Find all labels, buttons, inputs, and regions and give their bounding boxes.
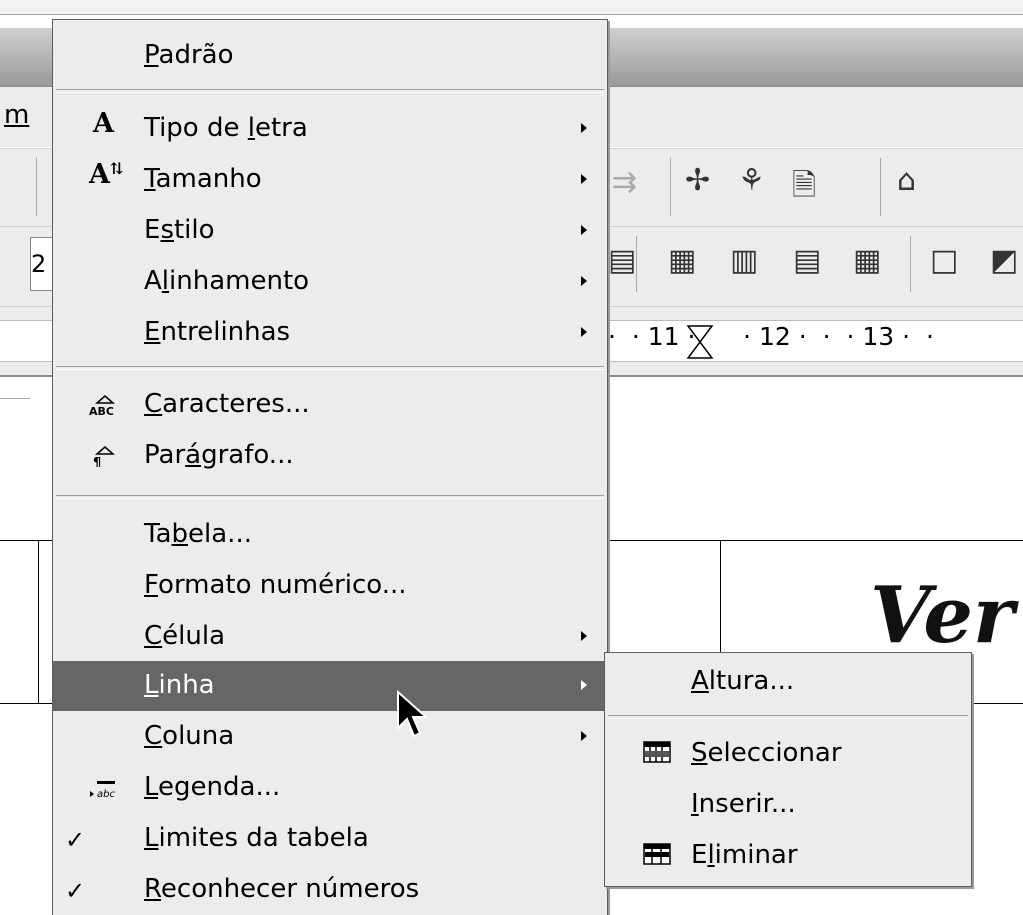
menu-item-celula[interactable]: Célula bbox=[53, 612, 607, 662]
toolbar-separator bbox=[880, 158, 881, 216]
characters-icon: ABC bbox=[89, 395, 115, 416]
borders-icon[interactable]: □ bbox=[930, 243, 958, 278]
menu-item-label: Altura... bbox=[691, 666, 795, 696]
menu-item-label: Inserir... bbox=[691, 789, 796, 819]
menu-item-label: Coluna bbox=[144, 721, 235, 751]
font-size-icon: A⇅ bbox=[89, 159, 124, 190]
gallery-icon[interactable]: ⚘ bbox=[738, 163, 765, 198]
menu-item-label: Seleccionar bbox=[691, 738, 842, 768]
table-border-left bbox=[38, 540, 39, 703]
submenu-arrow-icon bbox=[581, 123, 587, 133]
paragraph-icon: ¶ bbox=[93, 446, 115, 467]
toolbar-separator bbox=[670, 158, 671, 216]
menu-item-label: Estilo bbox=[144, 215, 215, 245]
delete-column-icon[interactable]: ▦ bbox=[853, 243, 881, 278]
align-bottom-icon[interactable]: ▤ bbox=[608, 243, 636, 278]
menu-item-estilo[interactable]: Estilo bbox=[53, 206, 607, 256]
submenu-item-altura[interactable]: Altura... bbox=[605, 657, 971, 707]
menu-item-reconhecer-numeros[interactable]: ✓ Reconhecer números bbox=[53, 865, 607, 915]
menu-item-label: Linha bbox=[144, 670, 215, 700]
delete-row-icon[interactable]: ▤ bbox=[793, 243, 821, 278]
menu-item-legenda[interactable]: abc Legenda... bbox=[53, 763, 607, 813]
document-heading-text: Ver bbox=[870, 570, 1015, 661]
checkmark-icon: ✓ bbox=[65, 877, 86, 905]
menu-item-tabela[interactable]: Tabela... bbox=[53, 510, 607, 560]
menu-item-label: Caracteres... bbox=[144, 389, 310, 419]
menu-item-label: Tipo de letra bbox=[144, 113, 308, 143]
menu-separator bbox=[56, 366, 604, 370]
ruler-scale: · · 11 · · 12 · · · 13 · · bbox=[608, 322, 934, 351]
menu-item-label: Tamanho bbox=[144, 164, 262, 194]
toolbar-separator bbox=[910, 236, 911, 292]
svg-text:ABC: ABC bbox=[89, 405, 114, 416]
menu-item-label: Formato numérico... bbox=[144, 570, 407, 600]
menu-separator bbox=[608, 715, 968, 719]
checkmark-icon: ✓ bbox=[65, 826, 86, 854]
mouse-cursor-icon bbox=[397, 690, 429, 738]
submenu-arrow-icon bbox=[581, 631, 587, 641]
submenu-item-inserir[interactable]: Inserir... bbox=[605, 780, 971, 830]
svg-text:¶: ¶ bbox=[93, 456, 101, 467]
menu-item-label: Reconhecer números bbox=[144, 874, 420, 904]
submenu-arrow-icon bbox=[581, 327, 587, 337]
delete-row-icon bbox=[643, 843, 671, 865]
redo-icon[interactable]: ⇉ bbox=[612, 165, 637, 200]
menu-item-formato-numerico[interactable]: Formato numérico... bbox=[53, 561, 607, 611]
menu-item-limites-da-tabela[interactable]: ✓ Limites da tabela bbox=[53, 814, 607, 864]
menu-item-padrao[interactable]: Padrão bbox=[53, 31, 607, 81]
row-submenu: Altura... Seleccionar Inserir... Elimina… bbox=[604, 652, 972, 887]
toolbar-separator bbox=[36, 158, 37, 216]
menu-item-label: Eliminar bbox=[691, 840, 798, 870]
menu-item-caracteres[interactable]: ABC Caracteres... bbox=[53, 380, 607, 430]
menu-separator bbox=[56, 495, 604, 499]
navigator-icon[interactable]: ✢ bbox=[685, 163, 710, 198]
document-border bbox=[0, 398, 30, 399]
font-icon: A bbox=[93, 108, 114, 139]
menu-bar-item-fragment[interactable]: m bbox=[4, 100, 29, 130]
font-size-value: 2 bbox=[31, 250, 47, 278]
select-row-icon bbox=[643, 741, 671, 763]
data-sources-icon[interactable]: 🗎 bbox=[792, 163, 816, 214]
window-top-edge bbox=[0, 0, 1023, 15]
menu-item-label: Legenda... bbox=[144, 772, 281, 802]
menu-item-linha[interactable]: Linha bbox=[53, 661, 607, 711]
menu-item-tipo-de-letra[interactable]: A Tipo de letra bbox=[53, 104, 607, 154]
menu-separator bbox=[56, 89, 604, 93]
submenu-arrow-icon bbox=[581, 731, 587, 741]
menu-item-label: Célula bbox=[144, 621, 226, 651]
submenu-arrow-icon bbox=[581, 225, 587, 235]
format-menu: Padrão A Tipo de letra A⇅ Tamanho Estilo… bbox=[52, 19, 608, 915]
menu-item-label: Alinhamento bbox=[144, 266, 310, 296]
menu-item-label: Tabela... bbox=[144, 519, 252, 549]
menu-item-label: Parágrafo... bbox=[144, 440, 294, 470]
tab-stop-marker-icon[interactable] bbox=[685, 324, 715, 360]
submenu-item-eliminar[interactable]: Eliminar bbox=[605, 831, 971, 881]
menu-item-paragrafo[interactable]: ¶ Parágrafo... bbox=[53, 431, 607, 481]
menu-item-label: Entrelinhas bbox=[144, 317, 291, 347]
insert-column-icon[interactable]: ▥ bbox=[730, 243, 758, 278]
svg-text:abc: abc bbox=[97, 789, 115, 799]
hyperlink-icon[interactable]: ⌂ bbox=[897, 163, 916, 198]
submenu-item-seleccionar[interactable]: Seleccionar bbox=[605, 729, 971, 779]
menu-item-label: Padrão bbox=[144, 40, 234, 70]
submenu-arrow-icon bbox=[581, 276, 587, 286]
border-style-icon[interactable]: ◩ bbox=[990, 243, 1018, 278]
submenu-arrow-icon bbox=[581, 174, 587, 184]
menu-item-label: Limites da tabela bbox=[144, 823, 369, 853]
insert-row-icon[interactable]: ▦ bbox=[668, 243, 696, 278]
menu-item-alinhamento[interactable]: Alinhamento bbox=[53, 257, 607, 307]
submenu-arrow-icon bbox=[581, 680, 587, 690]
menu-item-tamanho[interactable]: A⇅ Tamanho bbox=[53, 155, 607, 205]
caption-icon: abc bbox=[90, 781, 115, 799]
menu-item-coluna[interactable]: Coluna bbox=[53, 712, 607, 762]
menu-item-entrelinhas[interactable]: Entrelinhas bbox=[53, 308, 607, 358]
